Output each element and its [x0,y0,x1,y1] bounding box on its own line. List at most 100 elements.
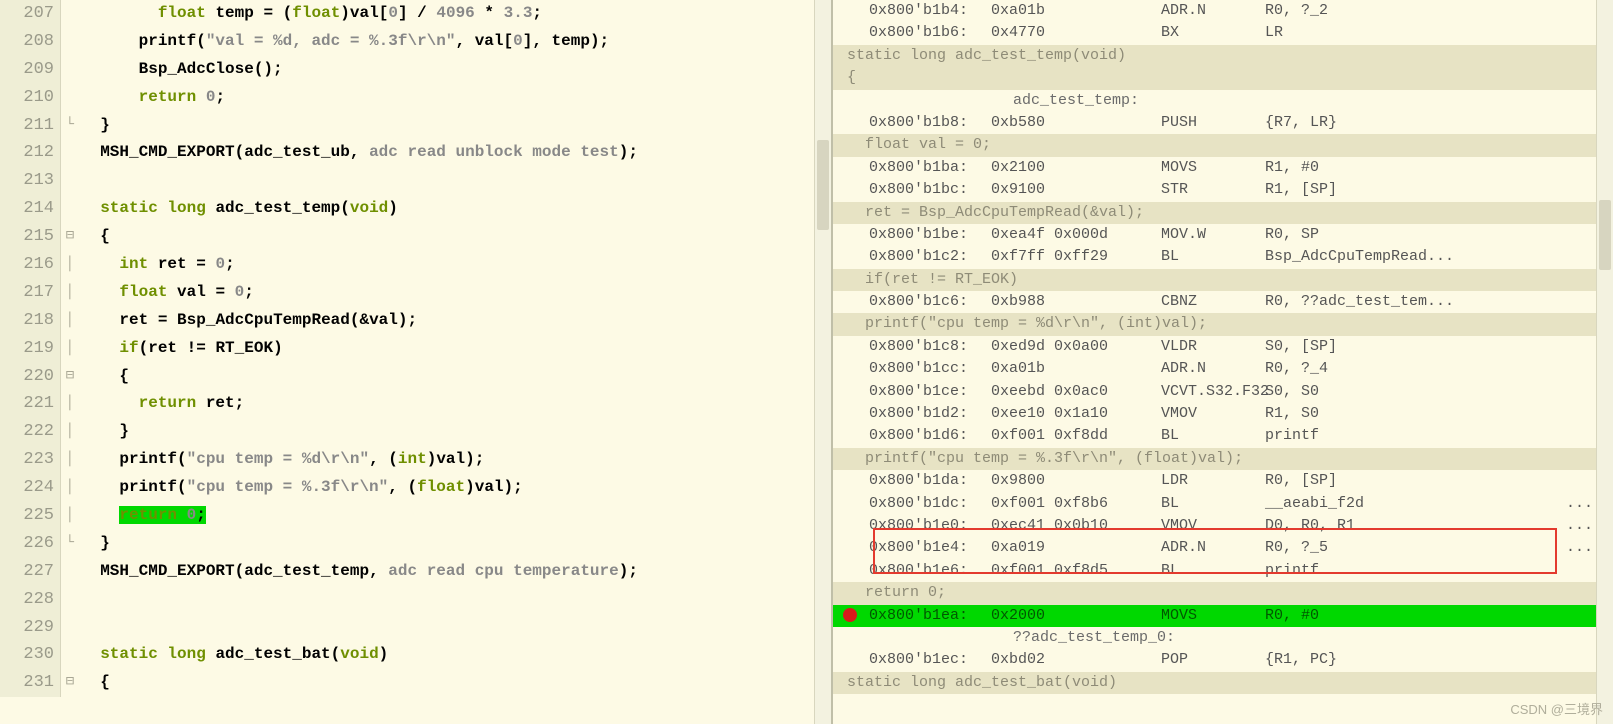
asm-instruction-line[interactable]: 0x800'b1b6:0x4770BXLR [833,22,1613,44]
fold-marker[interactable] [61,139,79,167]
code-line-228[interactable]: 228 [0,586,831,614]
breakpoint-gutter[interactable] [839,358,861,380]
asm-source-line[interactable]: static long adc_test_bat(void) [833,672,1613,694]
code-line-225[interactable]: 225│ return 0; [0,502,831,530]
breakpoint-gutter[interactable] [839,515,861,537]
code-text[interactable]: return ret; [79,390,831,418]
code-line-207[interactable]: 207 float temp = (float)val[0] / 4096 * … [0,0,831,28]
asm-instruction-line[interactable]: 0x800'b1be:0xea4f 0x000dMOV.WR0, SP [833,224,1613,246]
code-text[interactable]: return 0; [79,84,831,112]
asm-instruction-line[interactable]: 0x800'b1e4:0xa019ADR.NR0, ?_5... [833,537,1613,559]
code-line-212[interactable]: 212 MSH_CMD_EXPORT(adc_test_ub, adc read… [0,139,831,167]
asm-instruction-line[interactable]: 0x800'b1c6:0xb988CBNZR0, ??adc_test_tem.… [833,291,1613,313]
code-line-231[interactable]: 231⊟ { [0,669,831,697]
asm-instruction-line[interactable]: 0x800'b1ea:0x2000MOVSR0, #0 [833,605,1613,627]
breakpoint-gutter[interactable] [839,224,861,246]
code-text[interactable]: static long adc_test_bat(void) [79,641,831,669]
asm-source-line[interactable]: static long adc_test_temp(void) [833,45,1613,67]
fold-marker[interactable]: │ [61,474,79,502]
asm-instruction-line[interactable]: 0x800'b1d6:0xf001 0xf8ddBLprintf [833,425,1613,447]
fold-marker[interactable]: │ [61,446,79,474]
fold-marker[interactable] [61,28,79,56]
code-text[interactable]: Bsp_AdcClose(); [79,56,831,84]
asm-label-line[interactable]: adc_test_temp: [833,90,1613,112]
right-scrollbar[interactable] [1596,0,1613,724]
code-text[interactable]: } [79,530,831,558]
asm-source-line[interactable]: ret = Bsp_AdcCpuTempRead(&val); [833,202,1613,224]
breakpoint-gutter[interactable] [839,425,861,447]
code-text[interactable] [79,614,831,642]
code-text[interactable]: { [79,363,831,391]
code-line-226[interactable]: 226└ } [0,530,831,558]
fold-marker[interactable]: ⊟ [61,363,79,391]
asm-instruction-line[interactable]: 0x800'b1dc:0xf001 0xf8b6BL__aeabi_f2d... [833,493,1613,515]
code-text[interactable]: { [79,669,831,697]
left-scrollthumb[interactable] [817,140,829,230]
breakpoint-gutter[interactable] [839,649,861,671]
fold-marker[interactable]: └ [61,530,79,558]
code-text[interactable]: if(ret != RT_EOK) [79,335,831,363]
code-text[interactable]: return 0; [79,502,831,530]
fold-marker[interactable] [61,0,79,28]
fold-marker[interactable]: │ [61,418,79,446]
asm-source-line[interactable]: { [833,67,1613,89]
code-line-209[interactable]: 209 Bsp_AdcClose(); [0,56,831,84]
code-line-218[interactable]: 218│ ret = Bsp_AdcCpuTempRead(&val); [0,307,831,335]
asm-instruction-line[interactable]: 0x800'b1ce:0xeebd 0x0ac0VCVT.S32.F32S0, … [833,381,1613,403]
code-text[interactable]: printf("cpu temp = %d\r\n", (int)val); [79,446,831,474]
code-line-229[interactable]: 229 [0,614,831,642]
code-line-219[interactable]: 219│ if(ret != RT_EOK) [0,335,831,363]
asm-instruction-line[interactable]: 0x800'b1ba:0x2100MOVSR1, #0 [833,157,1613,179]
asm-source-line[interactable]: float val = 0; [833,134,1613,156]
code-line-223[interactable]: 223│ printf("cpu temp = %d\r\n", (int)va… [0,446,831,474]
asm-instruction-line[interactable]: 0x800'b1ec:0xbd02POP{R1, PC} [833,649,1613,671]
code-line-214[interactable]: 214 static long adc_test_temp(void) [0,195,831,223]
breakpoint-gutter[interactable] [839,560,861,582]
breakpoint-gutter[interactable] [839,403,861,425]
fold-marker[interactable] [61,614,79,642]
asm-source-line[interactable]: printf("cpu temp = %.3f\r\n", (float)val… [833,448,1613,470]
fold-marker[interactable] [61,558,79,586]
breakpoint-dot[interactable] [843,608,857,622]
code-text[interactable]: float val = 0; [79,279,831,307]
breakpoint-gutter[interactable] [839,381,861,403]
fold-marker[interactable] [61,56,79,84]
asm-instruction-line[interactable]: 0x800'b1da:0x9800LDRR0, [SP] [833,470,1613,492]
code-text[interactable]: MSH_CMD_EXPORT(adc_test_ub, adc read unb… [79,139,831,167]
code-text[interactable]: float temp = (float)val[0] / 4096 * 3.3; [79,0,831,28]
asm-source-line[interactable]: printf("cpu temp = %d\r\n", (int)val); [833,313,1613,335]
code-line-217[interactable]: 217│ float val = 0; [0,279,831,307]
code-line-216[interactable]: 216│ int ret = 0; [0,251,831,279]
fold-marker[interactable] [61,167,79,195]
code-text[interactable] [79,586,831,614]
breakpoint-gutter[interactable] [839,493,861,515]
asm-instruction-line[interactable]: 0x800'b1e0:0xec41 0x0b10VMOVD0, R0, R1..… [833,515,1613,537]
fold-marker[interactable]: │ [61,251,79,279]
fold-marker[interactable]: │ [61,502,79,530]
asm-source-line[interactable]: return 0; [833,582,1613,604]
right-scrollthumb[interactable] [1599,200,1611,270]
breakpoint-gutter[interactable] [839,470,861,492]
code-text[interactable]: int ret = 0; [79,251,831,279]
asm-instruction-line[interactable]: 0x800'b1cc:0xa01bADR.NR0, ?_4 [833,358,1613,380]
code-line-215[interactable]: 215⊟ { [0,223,831,251]
code-text[interactable] [79,167,831,195]
asm-instruction-line[interactable]: 0x800'b1d2:0xee10 0x1a10VMOVR1, S0 [833,403,1613,425]
asm-label-line[interactable]: ??adc_test_temp_0: [833,627,1613,649]
asm-instruction-line[interactable]: 0x800'b1b8:0xb580PUSH{R7, LR} [833,112,1613,134]
code-text[interactable]: MSH_CMD_EXPORT(adc_test_temp, adc read c… [79,558,831,586]
fold-marker[interactable]: ⊟ [61,223,79,251]
breakpoint-gutter[interactable] [839,605,861,627]
code-line-213[interactable]: 213 [0,167,831,195]
code-line-210[interactable]: 210 return 0; [0,84,831,112]
fold-marker[interactable] [61,586,79,614]
fold-marker[interactable]: │ [61,279,79,307]
breakpoint-gutter[interactable] [839,537,861,559]
code-line-221[interactable]: 221│ return ret; [0,390,831,418]
asm-instruction-line[interactable]: 0x800'b1b4:0xa01bADR.NR0, ?_2 [833,0,1613,22]
asm-instruction-line[interactable]: 0x800'b1bc:0x9100STRR1, [SP] [833,179,1613,201]
breakpoint-gutter[interactable] [839,179,861,201]
code-line-208[interactable]: 208 printf("val = %d, adc = %.3f\r\n", v… [0,28,831,56]
fold-marker[interactable]: ⊟ [61,669,79,697]
code-line-220[interactable]: 220⊟ { [0,363,831,391]
